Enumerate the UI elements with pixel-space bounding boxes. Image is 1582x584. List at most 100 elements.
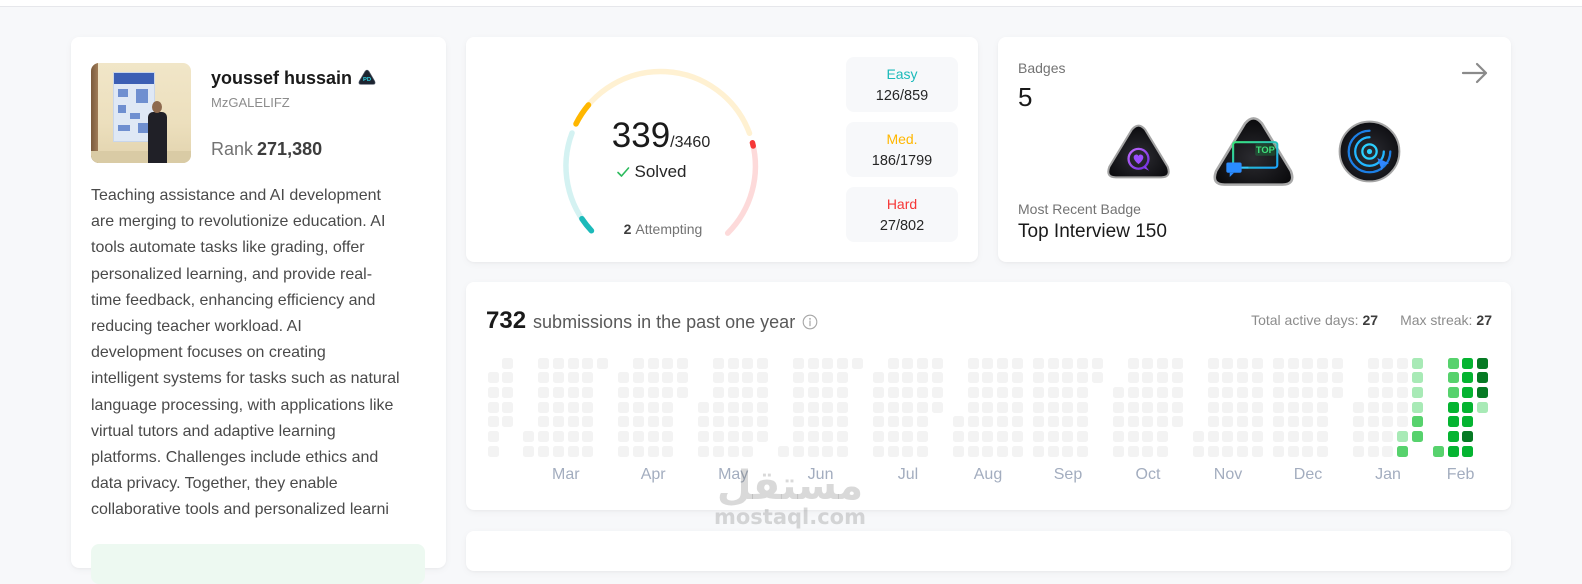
heatmap-cell [1127,387,1139,399]
heatmap-cell [502,416,514,428]
heatmap-cell [982,416,994,428]
heatmap-cell [1352,445,1364,457]
heatmap-cell [1092,372,1104,384]
heatmap-cell [967,372,979,384]
heatmap-cell [1172,387,1184,399]
heatmap-cell [597,357,609,369]
heatmap-cell [778,445,790,457]
heatmap-cell [632,431,644,443]
heatmap-cell [1287,416,1299,428]
heatmap-cell [1077,387,1089,399]
heatmap-cell [1397,372,1409,384]
heatmap-cell-active [1447,416,1459,428]
heatmap-cell [1157,431,1169,443]
heatmap-cell [1252,416,1264,428]
heatmap-cell [618,416,630,428]
heatmap-cell [1207,416,1219,428]
heatmap-cell [872,401,884,413]
profile-action-button[interactable] [91,544,425,584]
heatmap-cell [1207,431,1219,443]
heatmap-cell [567,372,579,384]
heatmap-cell [727,431,739,443]
avatar-poster-figure [118,105,126,113]
heatmap-cell [872,372,884,384]
heatmap-cell [1382,357,1394,369]
heatmap-cell [712,372,724,384]
heatmap-cell-active [1447,357,1459,369]
heatmap-cell [1222,401,1234,413]
heatmap-cell [1207,401,1219,413]
heatmap-cell [502,401,514,413]
heatmap-cell [822,401,834,413]
heatmap-cell [807,431,819,443]
heatmap-cell [982,387,994,399]
bio-line: are merging to revolutionize education. … [91,213,386,231]
heatmap-cell [822,372,834,384]
most-recent-badge-label: Most Recent Badge [1018,201,1141,217]
heatmap-cell [917,431,929,443]
heatmap-cell [618,387,630,399]
heatmap-cell-active [1397,431,1409,443]
heatmap-cell [582,401,594,413]
heatmap-cell [887,445,899,457]
heatmap-cell [538,401,550,413]
heatmap-cell [538,372,550,384]
heatmap-cell [1012,357,1024,369]
difficulty-medium: Med. 186/1799 [846,122,958,177]
bio-line: language processing, with applications l… [91,396,394,414]
heatmap-cell [712,387,724,399]
heatmap-cell-active [1447,372,1459,384]
heatmap-cell [698,431,710,443]
heatmap-month-label: Jul [897,466,919,484]
heatmap-cell [647,372,659,384]
heatmap-cell [917,401,929,413]
heatmap-cell [1047,445,1059,457]
heatmap-cell [552,431,564,443]
heatmap-cell [487,431,499,443]
heatmap-cell [1127,431,1139,443]
pd-badge-icon[interactable]: PD [358,69,376,87]
top-interview-badge-icon[interactable]: TOP [1210,115,1297,188]
target-cursor-badge-icon[interactable] [1337,118,1402,185]
heatmap-cell-active [1462,431,1474,443]
heatmap-cell [967,401,979,413]
bio-line: virtual tutors and adaptive learning [91,422,336,440]
heatmap-cell [807,387,819,399]
heatmap-cell [552,416,564,428]
heatmap-cell-active [1397,445,1409,457]
heatmap-cell [742,445,754,457]
heatmap-cell [822,431,834,443]
heatmap-cell [1352,401,1364,413]
heatmap-cell [1077,372,1089,384]
bio-line: collaborative tools and personalized lea… [91,501,389,519]
heatmap-cell [807,372,819,384]
heatmap-cell [742,357,754,369]
heatmap-cell [1287,445,1299,457]
difficulty-hard: Hard 27/802 [846,187,958,242]
arrow-right-icon[interactable] [1460,59,1490,87]
heatmap-cell [792,401,804,413]
heatmap-cell [1032,387,1044,399]
heatmap-cell [807,445,819,457]
profile-card: youssef hussain PD MzGALELIFZ Rank 271,38… [71,37,446,584]
heatmap-cell [1237,387,1249,399]
heatmap-cell [552,372,564,384]
info-icon[interactable] [802,314,818,330]
heatmap-cell [1222,357,1234,369]
submission-count: 732 [486,307,527,334]
heatmap-cell [1157,357,1169,369]
avatar-floor [91,151,191,163]
heatmap-cell [712,416,724,428]
attempting: 2 Attempting [563,220,763,238]
heart-chat-badge-icon[interactable] [1105,123,1172,180]
heatmap-cell [1272,357,1284,369]
heatmap-cell [902,445,914,457]
heatmap-cell [1382,445,1394,457]
heatmap-cell-active [1462,357,1474,369]
difficulty-count: 27/802 [879,218,925,234]
heatmap-cell [552,357,564,369]
heatmap-cell [538,387,550,399]
heatmap-cell [582,416,594,428]
heatmap-cell [1302,416,1314,428]
heatmap-month-label: Jan [1375,466,1401,484]
